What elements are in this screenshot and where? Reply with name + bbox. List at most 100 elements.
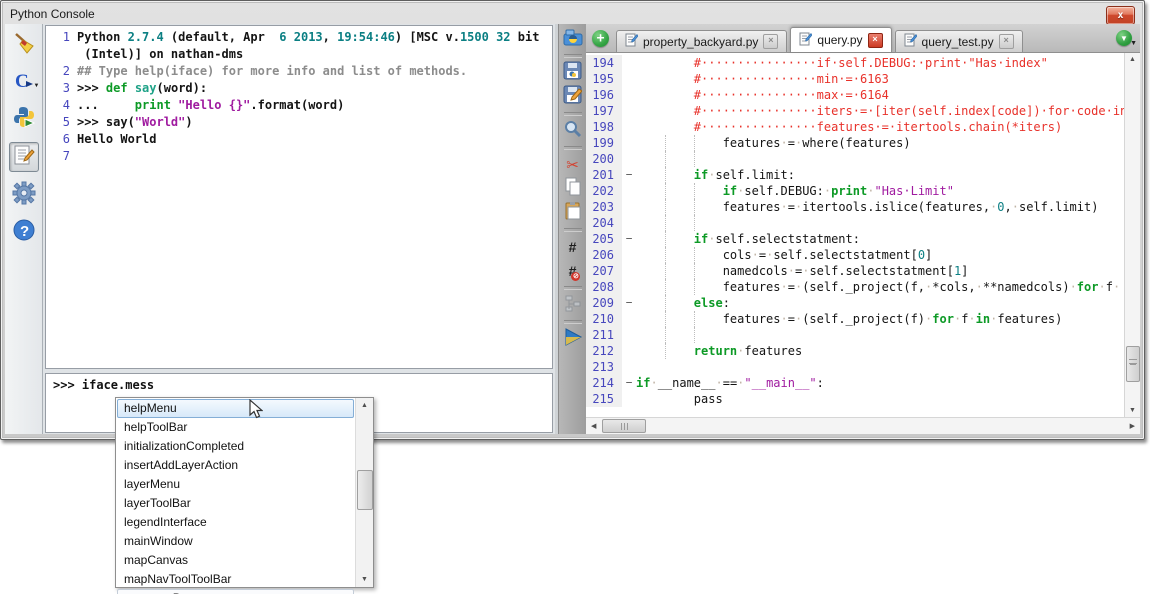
scroll-up-icon[interactable]: ▲ — [1125, 56, 1140, 63]
autocomplete-item[interactable]: mapNavToolToolBar — [117, 570, 354, 589]
uncomment-button[interactable]: #⊘ — [562, 261, 584, 281]
tabs-container: property_backyard.py×query.py×query_test… — [616, 27, 1026, 52]
code-token: · — [781, 280, 788, 294]
code-token: = — [788, 136, 795, 150]
code-token: Hello World — [77, 132, 156, 146]
object-inspector-button[interactable] — [562, 295, 584, 315]
help-button[interactable]: ? — [10, 218, 38, 246]
code-token: "__main__" — [744, 376, 816, 390]
fold-marker-icon[interactable]: − — [622, 167, 636, 183]
fold-margin — [622, 183, 636, 199]
import-class-button[interactable]: C ▼ — [10, 68, 38, 96]
line-number: 214 — [586, 375, 622, 391]
line-number: 3 — [46, 80, 77, 97]
editor-code-area[interactable]: 194 #················if·self.DEBUG:·prin… — [586, 53, 1124, 417]
editor-line-text — [636, 327, 1124, 343]
autocomplete-scrollbar[interactable]: ▲ ▼ — [355, 398, 373, 587]
new-tab-button[interactable]: + — [592, 30, 609, 47]
code-token: 0 — [918, 248, 925, 262]
tab-query_test.py[interactable]: query_test.py× — [895, 30, 1023, 52]
gear-icon — [12, 181, 36, 210]
scroll-down-icon[interactable]: ▼ — [356, 576, 373, 583]
autocomplete-scroll-thumb[interactable] — [357, 470, 373, 510]
code-token: >>> — [77, 81, 106, 95]
code-token: where(features) — [802, 136, 910, 150]
code-token: #················if·self.DEBUG:·print·"H… — [694, 56, 1048, 70]
open-script-button[interactable] — [562, 29, 584, 49]
autocomplete-item[interactable]: mapCanvas — [117, 551, 354, 570]
remove-badge-icon: ⊘ — [571, 272, 580, 281]
scroll-left-icon[interactable]: ◀ — [591, 418, 596, 434]
settings-button[interactable] — [10, 181, 38, 209]
editor-line-text — [636, 359, 1124, 375]
tab-close-icon[interactable]: × — [868, 33, 883, 48]
save-button[interactable] — [562, 63, 584, 83]
script-file-icon — [625, 33, 638, 50]
autocomplete-item[interactable]: legendInterface — [117, 513, 354, 532]
autocomplete-item[interactable]: layerToolBar — [117, 494, 354, 513]
copy-button[interactable] — [562, 179, 584, 199]
code-token — [636, 200, 723, 214]
run-command-button[interactable] — [10, 105, 38, 133]
code-token: 2.7.4 — [128, 30, 164, 44]
autocomplete-item[interactable]: messageBar — [117, 589, 354, 594]
autocomplete-item[interactable]: initializationCompleted — [117, 437, 354, 456]
console-line-text: Python 2.7.4 (default, Apr 6 2013, 19:54… — [77, 29, 539, 46]
indent-guide — [694, 151, 695, 167]
script-file-icon — [799, 32, 812, 49]
mouse-cursor — [249, 399, 263, 420]
vertical-scroll-thumb[interactable] — [1126, 346, 1140, 382]
scroll-down-icon[interactable]: ▼ — [1125, 407, 1140, 414]
line-number — [46, 46, 77, 63]
code-token: >>> say( — [77, 115, 135, 129]
tab-query.py[interactable]: query.py× — [790, 27, 891, 52]
autocomplete-item[interactable]: helpMenu — [117, 399, 354, 418]
horizontal-scroll-thumb[interactable] — [602, 419, 646, 433]
close-button[interactable]: x — [1106, 6, 1135, 25]
console-panel: 1Python 2.7.4 (default, Apr 6 2013, 19:5… — [43, 24, 555, 434]
scroll-up-icon[interactable]: ▲ — [356, 402, 373, 409]
code-token — [636, 56, 694, 70]
code-token: "Has·Limit" — [874, 184, 953, 198]
scroll-right-icon[interactable]: ▶ — [1130, 418, 1135, 434]
code-token: features) — [997, 312, 1062, 326]
editor-notepad-icon — [13, 144, 35, 171]
editor-line: 206 cols·=·self.selectstatment[0] — [586, 247, 1124, 263]
autocomplete-item[interactable]: layerMenu — [117, 475, 354, 494]
line-number: 200 — [586, 151, 622, 167]
indent-guide — [694, 135, 695, 151]
titlebar[interactable]: Python Console x — [1, 1, 1144, 25]
editor-vertical-scrollbar[interactable]: ▲ ▼ — [1124, 53, 1140, 417]
autocomplete-item[interactable]: mainWindow — [117, 532, 354, 551]
fold-marker-icon[interactable]: − — [622, 231, 636, 247]
tab-property_backyard.py[interactable]: property_backyard.py× — [616, 30, 787, 52]
editor-line-text: namedcols·=·self.selectstatment[1] — [636, 263, 1124, 279]
copy-icon — [564, 177, 582, 201]
clear-console-button[interactable] — [10, 31, 38, 59]
fold-marker-icon[interactable]: − — [622, 375, 636, 391]
cut-button[interactable]: ✂ — [562, 155, 584, 175]
editor-line-text: else: — [636, 295, 1124, 311]
autocomplete-item[interactable]: helpToolBar — [117, 418, 354, 437]
fold-marker-icon[interactable]: − — [622, 295, 636, 311]
comment-button[interactable]: # — [562, 237, 584, 257]
indent-guide — [665, 183, 666, 199]
code-token: else — [694, 296, 723, 310]
code-token — [636, 104, 694, 118]
show-editor-button[interactable] — [9, 142, 39, 172]
editor-line-text: if·self.DEBUG:·print·"Has·Limit" — [636, 183, 1124, 199]
save-as-button[interactable] — [562, 87, 584, 107]
find-text-button[interactable] — [562, 121, 584, 141]
line-number: 1 — [46, 29, 77, 46]
tab-close-icon[interactable]: × — [999, 34, 1014, 49]
tab-close-icon[interactable]: × — [763, 34, 778, 49]
editor-line: 207 namedcols·=·self.selectstatment[1] — [586, 263, 1124, 279]
console-output-area[interactable]: 1Python 2.7.4 (default, Apr 6 2013, 19:5… — [45, 25, 553, 369]
autocomplete-item[interactable]: insertAddLayerAction — [117, 456, 354, 475]
editor-line: 215 pass — [586, 391, 1124, 407]
editor-line: 201− if·self.limit: — [586, 167, 1124, 183]
paste-button[interactable] — [562, 203, 584, 223]
code-token — [636, 280, 723, 294]
run-script-button[interactable] — [562, 329, 584, 349]
editor-horizontal-scrollbar[interactable]: ◀ ▶ — [586, 417, 1140, 434]
